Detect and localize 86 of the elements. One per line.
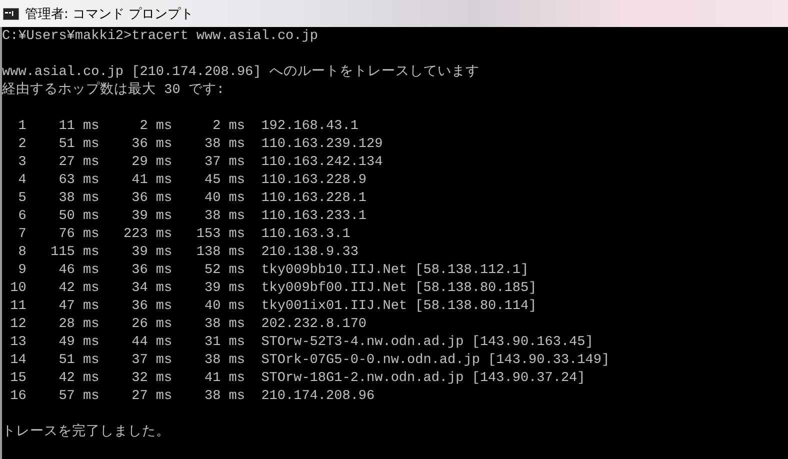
round-trip-time: 44 ms xyxy=(130,334,172,352)
hop-number: 11 xyxy=(9,298,26,316)
hop-number: 5 xyxy=(17,190,26,208)
round-trip-time: 138 ms xyxy=(195,244,246,262)
round-trip-time: 40 ms xyxy=(204,190,246,208)
hop-number: 8 xyxy=(17,244,26,262)
hop-host: 110.163.3.1 xyxy=(261,226,352,244)
round-trip-time: 42 ms xyxy=(58,280,100,298)
round-trip-time: 32 ms xyxy=(130,370,172,388)
round-trip-time: 76 ms xyxy=(58,226,100,244)
hop-number: 3 xyxy=(17,154,26,172)
round-trip-time: 115 ms xyxy=(50,244,100,262)
round-trip-time: 63 ms xyxy=(58,172,100,190)
round-trip-time: 37 ms xyxy=(130,352,172,370)
round-trip-time: 50 ms xyxy=(58,208,100,226)
output-line: 経由するホップ数は最大 30 です: xyxy=(2,82,226,100)
round-trip-time: 49 ms xyxy=(58,334,100,352)
round-trip-time: 40 ms xyxy=(204,298,246,316)
round-trip-time: 2 ms xyxy=(212,118,246,136)
round-trip-time: 36 ms xyxy=(130,262,172,280)
round-trip-time: 11 ms xyxy=(58,118,100,136)
hop-number: 13 xyxy=(9,334,26,352)
hop-number: 10 xyxy=(9,280,26,298)
round-trip-time: 47 ms xyxy=(58,298,100,316)
hop-number: 16 xyxy=(9,388,26,406)
round-trip-time: 37 ms xyxy=(204,154,246,172)
terminal-icon xyxy=(3,8,19,20)
round-trip-time: 36 ms xyxy=(130,298,172,316)
round-trip-time: 34 ms xyxy=(130,280,172,298)
round-trip-time: 38 ms xyxy=(204,316,246,334)
round-trip-time: 38 ms xyxy=(204,388,246,406)
round-trip-time: 26 ms xyxy=(130,316,172,334)
hop-host: 110.163.228.9 xyxy=(261,172,368,190)
round-trip-time: 38 ms xyxy=(204,208,246,226)
hop-host: tky009bb10.IIJ.Net [58.138.112.1] xyxy=(261,262,530,280)
round-trip-time: 29 ms xyxy=(130,154,172,172)
round-trip-time: 51 ms xyxy=(58,352,100,370)
hop-host: 210.138.9.33 xyxy=(261,244,360,262)
hop-host: tky009bf00.IIJ.Net [58.138.80.185] xyxy=(261,280,538,298)
hop-host: 110.163.233.1 xyxy=(261,208,368,226)
round-trip-time: 223 ms xyxy=(122,226,172,244)
round-trip-time: 31 ms xyxy=(204,334,246,352)
round-trip-time: 39 ms xyxy=(130,208,172,226)
output-line: トレースを完了しました。 xyxy=(2,424,171,442)
hop-number: 7 xyxy=(17,226,26,244)
round-trip-time: 41 ms xyxy=(204,370,246,388)
round-trip-time: 2 ms xyxy=(138,118,172,136)
hop-number: 9 xyxy=(17,262,26,280)
output-line: www.asial.co.jp [210.174.208.96] へのルートをトレースしています xyxy=(2,64,480,82)
round-trip-time: 36 ms xyxy=(130,136,172,154)
hop-host: tky001ix01.IIJ.Net [58.138.80.114] xyxy=(261,298,538,316)
hop-number: 14 xyxy=(9,352,26,370)
round-trip-time: 46 ms xyxy=(58,262,100,280)
round-trip-time: 45 ms xyxy=(204,172,246,190)
hop-host: STOrw-52T3-4.nw.odn.ad.jp [143.90.163.45] xyxy=(261,334,594,352)
hop-host: STOrk-07G5-0-0.nw.odn.ad.jp [143.90.33.149] xyxy=(261,352,611,370)
round-trip-time: 36 ms xyxy=(130,190,172,208)
hop-host: 110.163.239.129 xyxy=(261,136,384,154)
round-trip-time: 38 ms xyxy=(58,190,100,208)
round-trip-time: 41 ms xyxy=(130,172,172,190)
round-trip-time: 39 ms xyxy=(130,244,172,262)
hop-number: 2 xyxy=(17,136,26,154)
round-trip-time: 52 ms xyxy=(204,262,246,280)
round-trip-time: 39 ms xyxy=(204,280,246,298)
hop-host: 110.163.228.1 xyxy=(261,190,368,208)
hop-host: STOrw-18G1-2.nw.odn.ad.jp [143.90.37.24] xyxy=(261,370,586,388)
hop-number: 15 xyxy=(9,370,26,388)
hop-number: 6 xyxy=(17,208,26,226)
round-trip-time: 38 ms xyxy=(204,136,246,154)
command-line: C:¥Users¥makki2>tracert www.asial.co.jp xyxy=(2,28,319,46)
hop-host: 210.174.208.96 xyxy=(261,388,376,406)
hop-number: 12 xyxy=(9,316,26,334)
round-trip-time: 153 ms xyxy=(195,226,246,244)
hop-host: 202.232.8.170 xyxy=(261,316,368,334)
window-title: 管理者: コマンド プロンプト xyxy=(25,6,194,22)
hop-host: 110.163.242.134 xyxy=(261,154,384,172)
hop-number: 4 xyxy=(17,172,26,190)
hop-number: 1 xyxy=(17,118,26,136)
round-trip-time: 27 ms xyxy=(130,388,172,406)
round-trip-time: 27 ms xyxy=(58,154,100,172)
round-trip-time: 57 ms xyxy=(58,388,100,406)
round-trip-time: 51 ms xyxy=(58,136,100,154)
round-trip-time: 42 ms xyxy=(58,370,100,388)
round-trip-time: 28 ms xyxy=(58,316,100,334)
round-trip-time: 38 ms xyxy=(204,352,246,370)
hop-host: 192.168.43.1 xyxy=(261,118,360,136)
